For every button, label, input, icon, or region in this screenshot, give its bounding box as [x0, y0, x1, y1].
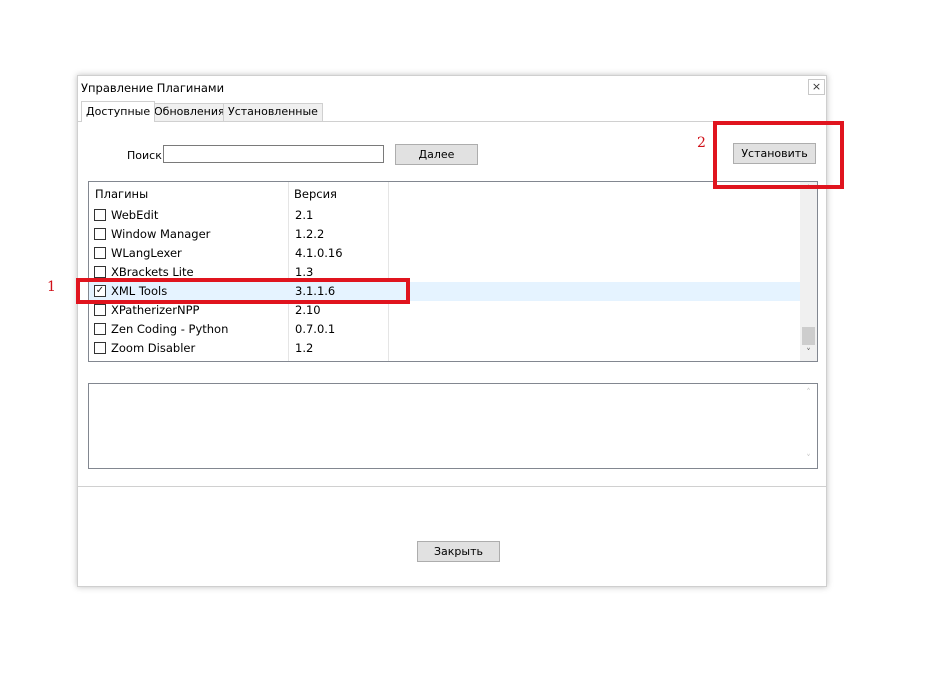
next-button[interactable]: Далее	[395, 144, 478, 165]
checkbox-zoom-disabler[interactable]	[94, 342, 106, 354]
plugin-version: 2.10	[295, 303, 321, 317]
plugin-name: XBrackets Lite	[111, 265, 194, 279]
plugin-version: 0.7.0.1	[295, 322, 336, 336]
plugin-version: 2.1	[295, 208, 314, 222]
plugin-version: 1.2	[295, 341, 314, 355]
close-window-icon[interactable]: ×	[808, 79, 825, 95]
column-header-plugins[interactable]: Плагины	[89, 182, 288, 206]
tab-updates[interactable]: Обновления	[149, 103, 230, 121]
plugin-description-area[interactable]: ˄ ˅	[88, 383, 818, 469]
tab-installed[interactable]: Установленные	[223, 103, 323, 121]
highlight-box-install-button	[713, 121, 844, 189]
annotation-marker-1: 1	[47, 279, 56, 295]
scrollbar-thumb[interactable]	[802, 327, 815, 345]
checkbox-xpatherizernpp[interactable]	[94, 304, 106, 316]
annotation-marker-2: 2	[697, 135, 706, 151]
checkbox-zen-coding-python[interactable]	[94, 323, 106, 335]
plugin-name: WLangLexer	[111, 246, 182, 260]
dialog-title: Управление Плагинами	[81, 81, 225, 95]
plugin-row-zoom-disabler[interactable]: Zoom Disabler 1.2	[89, 339, 801, 358]
checkbox-window-manager[interactable]	[94, 228, 106, 240]
plugin-name: XPatherizerNPP	[111, 303, 200, 317]
plugin-version: 4.1.0.16	[295, 246, 343, 260]
tab-available[interactable]: Доступные	[81, 101, 156, 122]
title-bar: Управление Плагинами ×	[78, 76, 826, 100]
plugin-name: WebEdit	[111, 208, 159, 222]
column-header-version[interactable]: Версия	[288, 182, 388, 206]
plugin-list-scrollbar[interactable]: ˄ ˅	[800, 182, 817, 361]
plugin-name: Zen Coding - Python	[111, 322, 229, 336]
close-button[interactable]: Закрыть	[417, 541, 500, 562]
search-input[interactable]	[163, 145, 384, 163]
plugin-row-zen-coding-python[interactable]: Zen Coding - Python 0.7.0.1	[89, 320, 801, 339]
plugin-row-webedit[interactable]: WebEdit 2.1	[89, 206, 801, 225]
checkbox-xbrackets-lite[interactable]	[94, 266, 106, 278]
search-label: Поиск:	[127, 149, 166, 162]
checkbox-wlanglexer[interactable]	[94, 247, 106, 259]
plugin-version: 1.3	[295, 265, 314, 279]
plugin-row-wlanglexer[interactable]: WLangLexer 4.1.0.16	[89, 244, 801, 263]
plugin-list: Плагины Версия WebEdit 2.1 Window Manage…	[88, 181, 818, 362]
plugin-name: Zoom Disabler	[111, 341, 196, 355]
plugin-name: Window Manager	[111, 227, 211, 241]
highlight-box-xml-tools	[76, 278, 410, 304]
plugin-row-window-manager[interactable]: Window Manager 1.2.2	[89, 225, 801, 244]
scroll-down-icon[interactable]: ˅	[800, 346, 817, 360]
checkbox-webedit[interactable]	[94, 209, 106, 221]
plugin-version: 1.2.2	[295, 227, 325, 241]
description-scrollbar[interactable]: ˄ ˅	[800, 384, 817, 468]
scroll-up-icon[interactable]: ˄	[800, 386, 817, 400]
scroll-down-icon[interactable]: ˅	[800, 452, 817, 466]
